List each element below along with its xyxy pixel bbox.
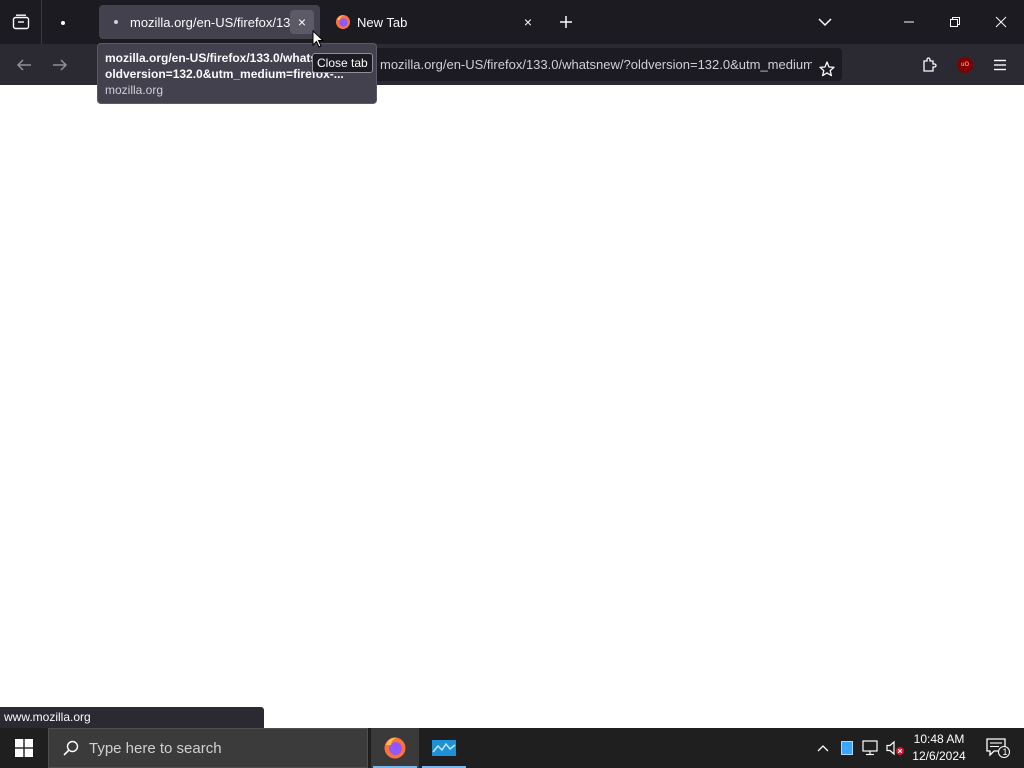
- taskbar-app-2[interactable]: [420, 728, 468, 768]
- tab-strip: mozilla.org/en-US/firefox/133.0/whatsnew…: [0, 0, 1024, 44]
- windows-logo-icon: [15, 739, 33, 757]
- tab-list-icon: [12, 14, 29, 30]
- back-arrow-icon: [16, 59, 31, 71]
- minimize-button[interactable]: [886, 0, 932, 44]
- blue-square-icon: [841, 741, 853, 755]
- page-content[interactable]: [0, 85, 1024, 728]
- app-menu-button[interactable]: [985, 50, 1015, 80]
- chevron-down-icon: [818, 18, 832, 27]
- tab-list-button[interactable]: [0, 0, 42, 44]
- taskbar-search-box[interactable]: Type here to search: [48, 728, 368, 768]
- hamburger-menu-icon: [994, 59, 1006, 71]
- tab-favicon: [108, 14, 124, 30]
- action-center-button[interactable]: 1: [978, 728, 1018, 768]
- tray-app-icon[interactable]: [835, 736, 859, 760]
- url-text[interactable]: mozilla.org/en-US/firefox/133.0/whatsnew…: [380, 57, 812, 72]
- list-all-tabs-button[interactable]: [811, 8, 839, 36]
- firefox-icon: [384, 737, 406, 759]
- volume-button[interactable]: [883, 736, 907, 760]
- tab-title: New Tab: [357, 14, 408, 30]
- windows-taskbar: Type here to search 10:48 AM 12/6/2024 1: [0, 728, 1024, 768]
- search-placeholder: Type here to search: [89, 739, 222, 757]
- start-button[interactable]: [0, 728, 48, 768]
- close-icon: [995, 16, 1007, 28]
- taskbar-firefox[interactable]: [371, 728, 419, 768]
- volume-muted-icon: [886, 740, 904, 756]
- show-hidden-icons-button[interactable]: [811, 736, 835, 760]
- clock-time: 10:48 AM: [913, 732, 965, 746]
- tab-new-tab[interactable]: New Tab ×: [326, 5, 546, 39]
- ublock-origin-button[interactable]: uO: [950, 50, 980, 80]
- mouse-cursor-icon: [312, 30, 324, 48]
- pinned-tab[interactable]: [54, 14, 72, 32]
- clock-date: 12/6/2024: [912, 749, 966, 763]
- desktop-screen: mozilla.org/en-US/firefox/133.0/whatsnew…: [0, 0, 1024, 768]
- forward-button[interactable]: [45, 50, 75, 80]
- taskbar-clock[interactable]: 10:48 AM 12/6/2024: [906, 731, 972, 765]
- monitor-app-icon: [432, 740, 456, 756]
- close-tab-tooltip: Close tab: [312, 53, 373, 73]
- restore-icon: [950, 17, 960, 27]
- restore-button[interactable]: [932, 0, 978, 44]
- close-icon: ×: [523, 14, 533, 30]
- tab-whatsnew[interactable]: mozilla.org/en-US/firefox/133.0/whatsnew…: [99, 5, 320, 39]
- link-status-bar: www.mozilla.org: [0, 707, 264, 728]
- puzzle-icon: [923, 57, 937, 72]
- tab-attention-dot: [61, 21, 65, 25]
- tab-close-button[interactable]: ×: [516, 10, 540, 34]
- search-icon: [63, 740, 79, 756]
- close-window-button[interactable]: [978, 0, 1024, 44]
- chevron-up-icon: [817, 745, 829, 752]
- extensions-button[interactable]: [914, 50, 944, 80]
- forward-arrow-icon: [53, 59, 68, 71]
- close-icon: ×: [297, 14, 307, 30]
- tab-title: mozilla.org/en-US/firefox/133.0/whatsnew…: [130, 14, 290, 30]
- network-button[interactable]: [859, 736, 883, 760]
- network-icon: [862, 740, 878, 756]
- bookmark-button[interactable]: [812, 54, 842, 84]
- new-tab-button[interactable]: [552, 8, 580, 36]
- ublock-origin-icon: uO: [957, 57, 973, 73]
- star-icon: [819, 61, 835, 77]
- back-button[interactable]: [9, 50, 39, 80]
- tab-close-button[interactable]: ×: [290, 10, 314, 34]
- minimize-icon: [904, 21, 914, 23]
- firefox-favicon-icon: [335, 14, 351, 30]
- tooltip-domain: mozilla.org: [105, 83, 164, 97]
- notification-count: 1: [1002, 747, 1008, 757]
- plus-icon: [560, 16, 572, 28]
